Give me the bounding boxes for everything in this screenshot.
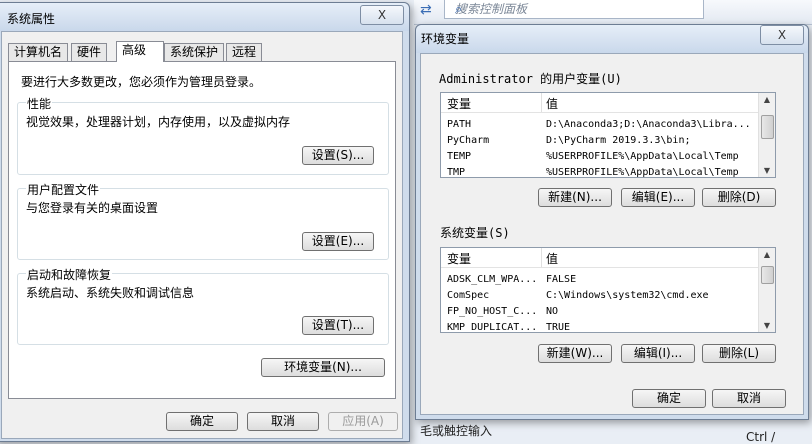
user-edit-button[interactable]: 编辑(E)... (621, 188, 695, 207)
ok-button[interactable]: 确定 (632, 389, 706, 408)
system-variables-scrollbar[interactable]: ▲ ▼ (758, 248, 775, 332)
cancel-button[interactable]: 取消 (247, 412, 319, 431)
system-delete-button[interactable]: 删除(L) (702, 344, 776, 363)
scroll-up-icon[interactable]: ▲ (759, 250, 775, 259)
user-new-button[interactable]: 新建(N)... (538, 188, 612, 207)
apply-button[interactable]: 应用(A) (328, 412, 398, 431)
advanced-tab-panel: 要进行大多数更改，您必须作为管理员登录。 性能 视觉效果，处理器计划，内存使用，… (8, 61, 396, 399)
tab-advanced[interactable]: 高级 (116, 41, 164, 62)
window-title: 系统属性 (7, 12, 56, 26)
user-variables-scrollbar[interactable]: ▲ ▼ (758, 93, 775, 177)
table-row[interactable]: ADSK_CLM_WPA... FALSE (441, 272, 759, 288)
user-variables-list[interactable]: 变量 值 PATH D:\Anaconda3;D:\Anaconda3\Libr… (440, 92, 776, 178)
close-button[interactable]: X (760, 25, 804, 45)
window-title: 环境变量 (421, 32, 470, 46)
system-edit-button[interactable]: 编辑(I)... (621, 344, 695, 363)
column-variable[interactable]: 变量 (447, 95, 471, 112)
column-value[interactable]: 值 (546, 250, 558, 267)
table-row[interactable]: FP_NO_HOST_C... NO (441, 304, 759, 320)
tab-computer-name[interactable]: 计算机名 (8, 43, 69, 61)
environment-variables-button[interactable]: 环境变量(N)... (261, 358, 385, 377)
system-new-button[interactable]: 新建(W)... (538, 344, 612, 363)
column-variable[interactable]: 变量 (447, 250, 471, 267)
close-button[interactable]: X (360, 5, 404, 25)
background-corner-text: Ctrl / (746, 430, 776, 444)
background-text-fragment: 毛或触控输入 (420, 424, 493, 438)
system-properties-window: 系统属性 X 计算机名 硬件 高级 系统保护 远程 要进行大多数更改，您必须作为… (0, 2, 410, 442)
user-profiles-description: 与您登录有关的桌面设置 (26, 201, 159, 215)
startup-recovery-description: 系统启动、系统失败和调试信息 (26, 286, 195, 300)
scroll-down-icon[interactable]: ▼ (759, 321, 775, 330)
performance-group: 性能 视觉效果，处理器计划，内存使用，以及虚拟内存 设置(S)... (17, 95, 389, 175)
user-profiles-settings-button[interactable]: 设置(E)... (302, 232, 374, 251)
ok-button[interactable]: 确定 (166, 412, 238, 431)
performance-description: 视觉效果，处理器计划，内存使用，以及虚拟内存 (26, 115, 291, 129)
system-properties-titlebar[interactable]: 系统属性 X (0, 3, 409, 31)
scroll-thumb[interactable] (761, 266, 774, 284)
tab-hardware[interactable]: 硬件 (71, 43, 108, 61)
table-row[interactable]: TEMP %USERPROFILE%\AppData\Local\Temp (441, 149, 759, 165)
user-variables-header: 变量 值 (441, 93, 759, 113)
scroll-up-icon[interactable]: ▲ (759, 95, 775, 104)
environment-variables-titlebar[interactable]: 环境变量 X (416, 25, 808, 53)
table-row[interactable]: TMP %USERPROFILE%\AppData\Local\Temp (441, 165, 759, 177)
environment-variables-window: 环境变量 X Administrator 的用户变量(U) 变量 值 PATH … (415, 24, 809, 420)
user-delete-button[interactable]: 删除(D) (702, 188, 776, 207)
user-profiles-label: 用户配置文件 (26, 181, 101, 198)
table-row[interactable]: PyCharm D:\PyCharm 2019.3.3\bin; (441, 133, 759, 149)
cancel-button[interactable]: 取消 (712, 389, 786, 408)
table-row[interactable]: PATH D:\Anaconda3;D:\Anaconda3\Libra... (441, 117, 759, 133)
table-row[interactable]: ComSpec C:\Windows\system32\cmd.exe (441, 288, 759, 304)
tab-remote[interactable]: 远程 (226, 43, 263, 61)
system-variables-header: 变量 值 (441, 248, 759, 268)
performance-label: 性能 (26, 95, 53, 112)
system-properties-client: 计算机名 硬件 高级 系统保护 远程 要进行大多数更改，您必须作为管理员登录。 … (1, 31, 403, 439)
control-panel-toolbar: ⇄ 搜索控制面板 ⌕ (414, 0, 812, 25)
scroll-down-icon[interactable]: ▼ (759, 166, 775, 175)
system-variables-label: 系统变量(S) (440, 226, 510, 240)
startup-recovery-label: 启动和故障恢复 (26, 266, 113, 283)
startup-recovery-settings-button[interactable]: 设置(T)... (302, 316, 374, 335)
scroll-thumb[interactable] (761, 115, 774, 139)
user-profiles-group: 用户配置文件 与您登录有关的桌面设置 设置(E)... (17, 181, 389, 260)
admin-notice: 要进行大多数更改，您必须作为管理员登录。 (21, 75, 262, 89)
startup-recovery-group: 启动和故障恢复 系统启动、系统失败和调试信息 设置(T)... (17, 266, 389, 345)
user-variables-label: Administrator 的用户变量(U) (439, 72, 622, 86)
back-arrow-icon[interactable]: ⇄ (420, 2, 432, 18)
table-row[interactable]: KMP_DUPLICAT... TRUE (441, 320, 759, 332)
search-icon[interactable]: ⌕ (455, 1, 697, 19)
performance-settings-button[interactable]: 设置(S)... (302, 146, 374, 165)
column-value[interactable]: 值 (546, 95, 558, 112)
system-variables-list[interactable]: 变量 值 ADSK_CLM_WPA... FALSE ComSpec C:\Wi… (440, 247, 776, 333)
search-input[interactable]: 搜索控制面板 ⌕ (444, 0, 704, 19)
tab-system-protection[interactable]: 系统保护 (164, 43, 225, 61)
